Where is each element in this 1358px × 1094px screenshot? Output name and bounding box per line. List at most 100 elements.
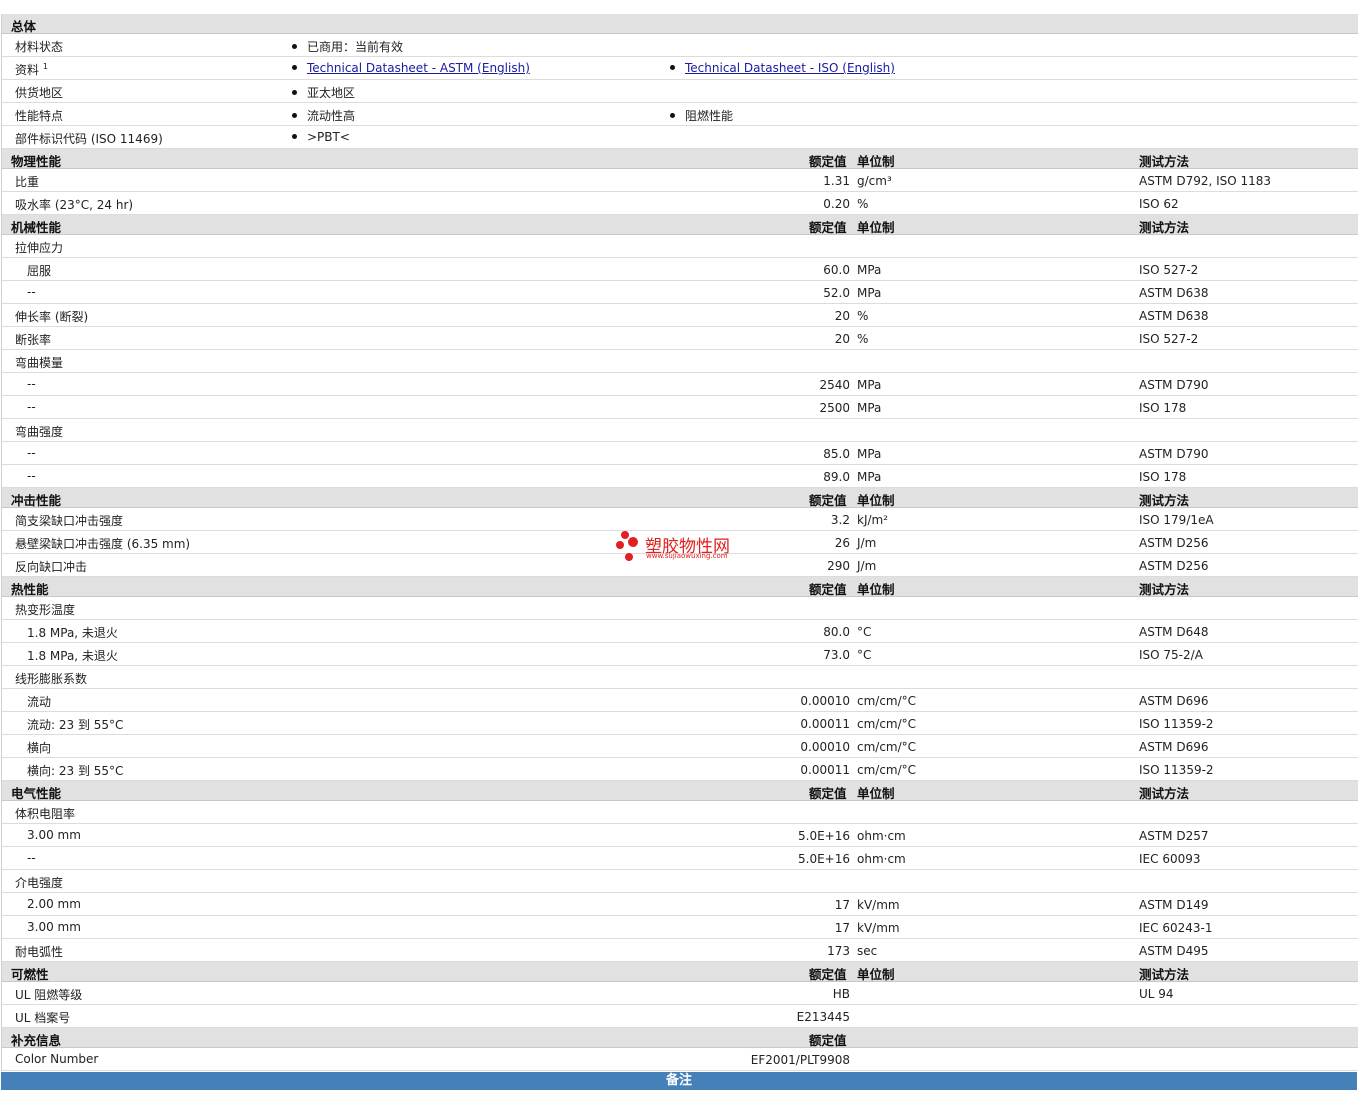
bullet-icon: [292, 65, 297, 70]
unit-column-header: 单位制: [857, 220, 895, 235]
test-method: ASTM D638: [1139, 286, 1209, 300]
property-unit: %: [857, 309, 869, 323]
property-row: 2.00 mm 17 kV/mm ASTM D149: [2, 893, 1358, 916]
property-name: 反向缺口冲击: [15, 560, 88, 574]
test-method: ASTM D256: [1139, 536, 1209, 550]
section-header-flammability: 可燃性 额定值 单位制 测试方法: [2, 962, 1358, 982]
bullet-item: >PBT<: [292, 130, 350, 144]
method-column-header: 测试方法: [1139, 220, 1190, 235]
property-unit: J/m: [857, 559, 877, 573]
row-label: 性能特点: [15, 109, 64, 123]
property-value: 173: [827, 944, 850, 958]
property-name: --: [27, 377, 36, 391]
property-unit: ohm·cm: [857, 829, 906, 843]
section-title: 热性能: [11, 582, 49, 597]
section-title: 机械性能: [11, 220, 62, 235]
section-header-physical: 物理性能 额定值 单位制 测试方法: [2, 149, 1358, 169]
property-name: 体积电阻率: [15, 807, 76, 821]
property-row: 流动 0.00010 cm/cm/°C ASTM D696: [2, 689, 1358, 712]
property-unit: cm/cm/°C: [857, 694, 917, 708]
property-value: EF2001/PLT9908: [750, 1053, 850, 1067]
bullet-icon: [292, 90, 297, 95]
property-value: 17: [834, 921, 850, 935]
test-method: ASTM D495: [1139, 944, 1209, 958]
property-unit: MPa: [857, 470, 882, 484]
property-row: -- 2500 MPa ISO 178: [2, 396, 1358, 419]
general-row-features: 性能特点 流动性高 阻燃性能: [2, 103, 1358, 126]
property-name: 横向: [27, 741, 52, 755]
property-value: 2540: [819, 378, 850, 392]
property-value: 60.0: [823, 263, 850, 277]
property-row: 介电强度: [2, 870, 1358, 893]
property-row: 伸长率 (断裂) 20% ASTM D638: [2, 304, 1358, 327]
property-unit: J/m: [857, 536, 877, 550]
property-value: 0.20: [823, 197, 850, 211]
property-row: 横向: 23 到 55°C 0.00011 cm/cm/°C ISO 11359-2: [2, 758, 1358, 781]
property-name: 流动: [27, 695, 52, 709]
property-unit: kV/mm: [857, 921, 900, 935]
row-label: 资料 1: [15, 62, 48, 77]
method-column-header: 测试方法: [1139, 786, 1190, 801]
property-row: -- 85.0 MPa ASTM D790: [2, 442, 1358, 465]
test-method: IEC 60243-1: [1139, 921, 1213, 935]
test-method: ISO 527-2: [1139, 263, 1199, 277]
property-row: 流动: 23 到 55°C 0.00011 cm/cm/°C ISO 11359-2: [2, 712, 1358, 735]
property-value: 0.00011: [800, 717, 850, 731]
property-row: 简支梁缺口冲击强度 3.2 kJ/m² ISO 179/1eA: [2, 508, 1358, 531]
property-value: 0.00010: [800, 694, 850, 708]
property-unit: ohm·cm: [857, 852, 906, 866]
section-title: 物理性能: [11, 154, 62, 169]
bullet-item: 流动性高: [292, 107, 355, 124]
section-title: 总体: [11, 19, 37, 34]
property-row: 热变形温度: [2, 597, 1358, 620]
property-name: 断张率: [15, 333, 52, 347]
property-unit: cm/cm/°C: [857, 717, 917, 731]
section-header-thermal: 热性能 额定值 单位制 测试方法: [2, 577, 1358, 597]
property-name: --: [27, 400, 36, 414]
property-name: --: [27, 469, 36, 483]
property-value: 20: [834, 332, 850, 346]
property-value: 52.0: [823, 286, 850, 300]
property-row: 吸水率 (23°C, 24 hr) 0.20% ISO 62: [2, 192, 1358, 215]
general-row-region: 供货地区 亚太地区: [2, 80, 1358, 103]
property-name: --: [27, 285, 36, 299]
top-border: [1, 0, 1357, 15]
iso-datasheet-link[interactable]: Technical Datasheet - ISO (English): [685, 61, 895, 75]
bullet-item: Technical Datasheet - ASTM (English): [292, 61, 530, 75]
property-unit: °C: [857, 648, 872, 662]
property-value: 5.0E+16: [798, 829, 850, 843]
property-name: 流动: 23 到 55°C: [27, 718, 124, 732]
property-row: 1.8 MPa, 未退火 80.0 °C ASTM D648: [2, 620, 1358, 643]
property-unit: MPa: [857, 378, 882, 392]
value-column-header: 额定值: [809, 493, 847, 508]
property-row: 3.00 mm 17 kV/mm IEC 60243-1: [2, 916, 1358, 939]
test-method: ASTM D696: [1139, 740, 1209, 754]
astm-datasheet-link[interactable]: Technical Datasheet - ASTM (English): [307, 61, 530, 75]
test-method: ISO 178: [1139, 470, 1187, 484]
property-unit: MPa: [857, 263, 882, 277]
property-unit: °C: [857, 625, 872, 639]
property-name: 3.00 mm: [27, 920, 81, 934]
property-value: 85.0: [823, 447, 850, 461]
property-value: 20: [834, 309, 850, 323]
property-value: 0.00010: [800, 740, 850, 754]
row-label: 材料状态: [15, 40, 64, 54]
watermark-logo: 塑胶物性网 www.sujiaowuxing.com: [615, 530, 755, 566]
test-method: ASTM D792, ISO 1183: [1139, 174, 1272, 188]
property-row: 弯曲模量: [2, 350, 1358, 373]
section-title: 补充信息: [11, 1033, 62, 1048]
row-label: 部件标识代码 (ISO 11469): [15, 132, 163, 146]
bullet-item: 已商用：当前有效: [292, 38, 403, 55]
property-row: Color Number EF2001/PLT9908: [2, 1048, 1358, 1071]
bullet-item: Technical Datasheet - ISO (English): [670, 61, 895, 75]
property-name: 1.8 MPa, 未退火: [27, 649, 118, 663]
property-unit: cm/cm/°C: [857, 740, 917, 754]
property-row: 弯曲强度: [2, 419, 1358, 442]
watermark-dots-icon: [616, 531, 638, 561]
value-column-header: 额定值: [809, 786, 847, 801]
unit-column-header: 单位制: [857, 493, 895, 508]
property-row: 比重 1.31 g/cm³ ASTM D792, ISO 1183: [2, 169, 1358, 192]
property-name: 简支梁缺口冲击强度: [15, 514, 124, 528]
property-row: -- 52.0 MPa ASTM D638: [2, 281, 1358, 304]
test-method: ISO 11359-2: [1139, 717, 1214, 731]
